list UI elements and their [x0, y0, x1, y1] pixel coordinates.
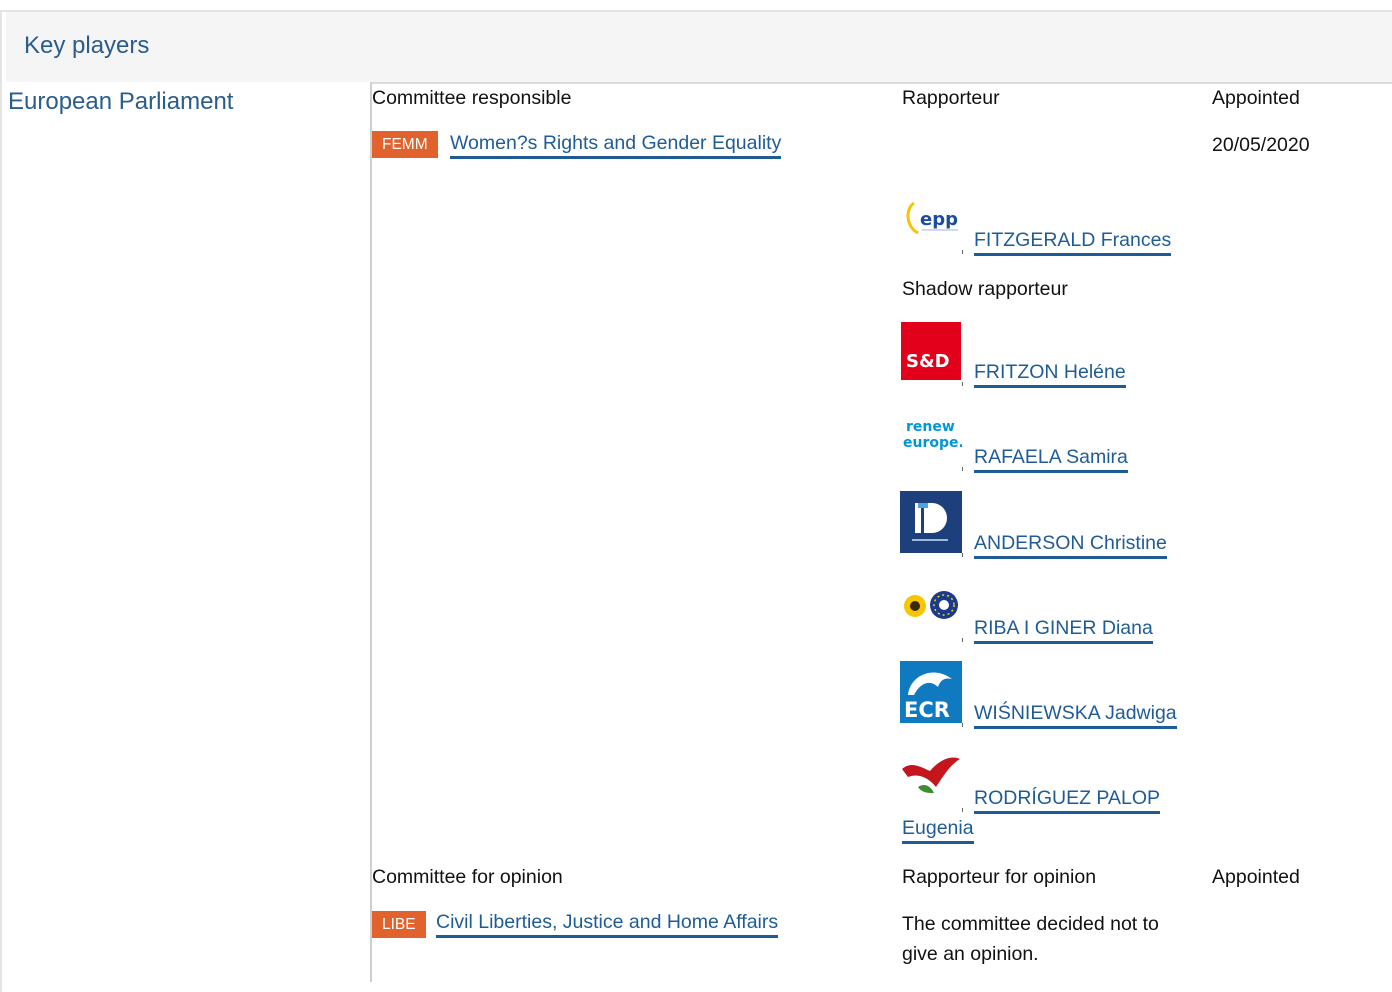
appointed-date: 20/05/2020: [1212, 134, 1310, 156]
svg-text:europe.: europe.: [903, 435, 962, 451]
institution-column: European Parliament: [6, 82, 372, 982]
institution-link[interactable]: European Parliament: [8, 88, 233, 116]
svg-text:renew: renew: [906, 419, 955, 435]
opinion-note-line2: give an opinion.: [902, 943, 1039, 965]
section-title: Key players: [24, 32, 150, 59]
col-appointed-opinion: Appointed: [1212, 866, 1300, 888]
logo-tick: [962, 723, 963, 727]
shadow-link-rodriguez-line2[interactable]: Eugenia: [902, 817, 974, 844]
committee-link-libe[interactable]: Civil Liberties, Justice and Home Affair…: [436, 911, 779, 938]
col-appointed: Appointed: [1212, 87, 1300, 109]
col-committee-opinion: Committee for opinion: [372, 866, 563, 888]
card-header: Key players: [6, 12, 1392, 84]
committee-badge-femm: FEMM: [372, 131, 438, 158]
committee-link-femm[interactable]: Women?s Rights and Gender Equality: [450, 132, 782, 159]
logo-tick: [962, 467, 963, 471]
rapporteur-link[interactable]: FITZGERALD Frances: [974, 229, 1172, 256]
logo-tick: [962, 808, 963, 812]
svg-text:S&D: S&D: [906, 351, 950, 372]
svg-text:ECR: ECR: [904, 698, 950, 722]
greens-efa-logo-icon: [900, 576, 962, 638]
shadow-link-rodriguez-line1[interactable]: RODRÍGUEZ PALOP: [974, 787, 1161, 814]
col-committee-responsible: Committee responsible: [372, 87, 572, 109]
opinion-note-line1: The committee decided not to: [902, 913, 1159, 935]
id-logo-icon: [900, 491, 962, 553]
sd-logo-icon: S&D: [900, 322, 962, 384]
committee-badge-libe: LIBE: [372, 911, 426, 938]
shadow-link-riba[interactable]: RIBA I GINER Diana: [974, 617, 1153, 644]
col-rapporteur-opinion: Rapporteur for opinion: [902, 866, 1097, 888]
svg-text:epp: epp: [920, 209, 958, 230]
shadow-link-rafaela[interactable]: RAFAELA Samira: [974, 446, 1128, 473]
shadow-link-fritzon[interactable]: FRITZON Heléne: [974, 361, 1126, 388]
left-logo-icon: [900, 747, 962, 809]
logo-tick: [962, 382, 963, 386]
logo-tick: [962, 250, 963, 254]
ecr-logo-icon: ECR: [900, 661, 962, 723]
shadow-link-anderson[interactable]: ANDERSON Christine: [974, 532, 1167, 559]
renew-europe-logo-icon: renew europe.: [900, 407, 964, 469]
col-rapporteur: Rapporteur: [902, 87, 1000, 109]
logo-tick: [962, 553, 963, 557]
shadow-rapporteur-label: Shadow rapporteur: [902, 278, 1068, 300]
shadow-link-wisniewska[interactable]: WIŚNIEWSKA Jadwiga: [974, 702, 1177, 729]
logo-tick: [962, 638, 963, 642]
epp-logo-icon: epp: [900, 189, 962, 251]
